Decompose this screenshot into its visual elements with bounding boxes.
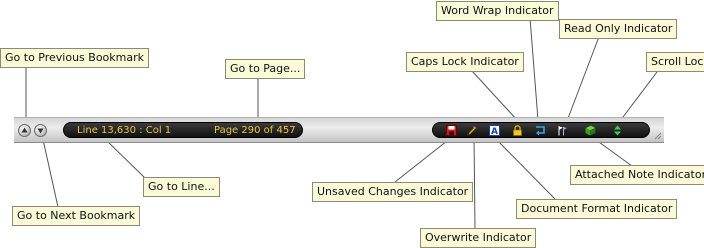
callout-read-only-indicator: Read Only Indicator	[559, 19, 678, 39]
callout-caps-lock-indicator: Caps Lock Indicator	[406, 52, 524, 72]
callout-go-to-line: Go to Line...	[143, 177, 220, 197]
wrap-arrow-icon[interactable]	[535, 125, 546, 136]
next-bookmark-button[interactable]	[34, 124, 47, 137]
read-only-flag-icon[interactable]	[557, 125, 568, 136]
callout-document-format-indicator: Document Format Indicator	[516, 199, 678, 219]
scroll-arrows-icon[interactable]	[612, 125, 623, 136]
go-to-page-field[interactable]: Page 290 of 457	[214, 124, 296, 137]
lock-icon[interactable]	[512, 125, 523, 136]
status-bar: Line 13,630 : Col 1 Page 290 of 457 A	[14, 117, 664, 143]
arrow-down-icon	[37, 128, 44, 134]
callout-attached-note-indicator: Attached Note Indicator	[570, 165, 704, 185]
go-to-line-field[interactable]: Line 13,630 : Col 1	[77, 124, 171, 137]
callout-go-to-previous-bookmark: Go to Previous Bookmark	[0, 48, 149, 68]
callout-overwrite-indicator: Overwrite Indicator	[420, 228, 537, 248]
document-format-icon[interactable]: A	[489, 125, 500, 136]
svg-text:A: A	[491, 127, 498, 136]
floppy-disk-icon[interactable]	[446, 125, 457, 136]
note-icon[interactable]	[585, 125, 596, 136]
callout-go-to-next-bookmark: Go to Next Bookmark	[12, 206, 141, 226]
callout-scroll-lock: Scroll Lock	[646, 52, 704, 72]
pencil-icon[interactable]	[466, 125, 477, 136]
previous-bookmark-button[interactable]	[18, 124, 31, 137]
resize-grip-icon[interactable]	[652, 130, 662, 140]
callout-unsaved-changes-indicator: Unsaved Changes Indicator	[312, 182, 474, 202]
callout-word-wrap-indicator: Word Wrap Indicator	[436, 1, 559, 21]
callout-go-to-page: Go to Page...	[225, 59, 306, 79]
arrow-up-icon	[21, 127, 28, 133]
line-page-panel: Line 13,630 : Col 1 Page 290 of 457	[63, 122, 303, 138]
indicators-panel: A	[432, 122, 650, 138]
